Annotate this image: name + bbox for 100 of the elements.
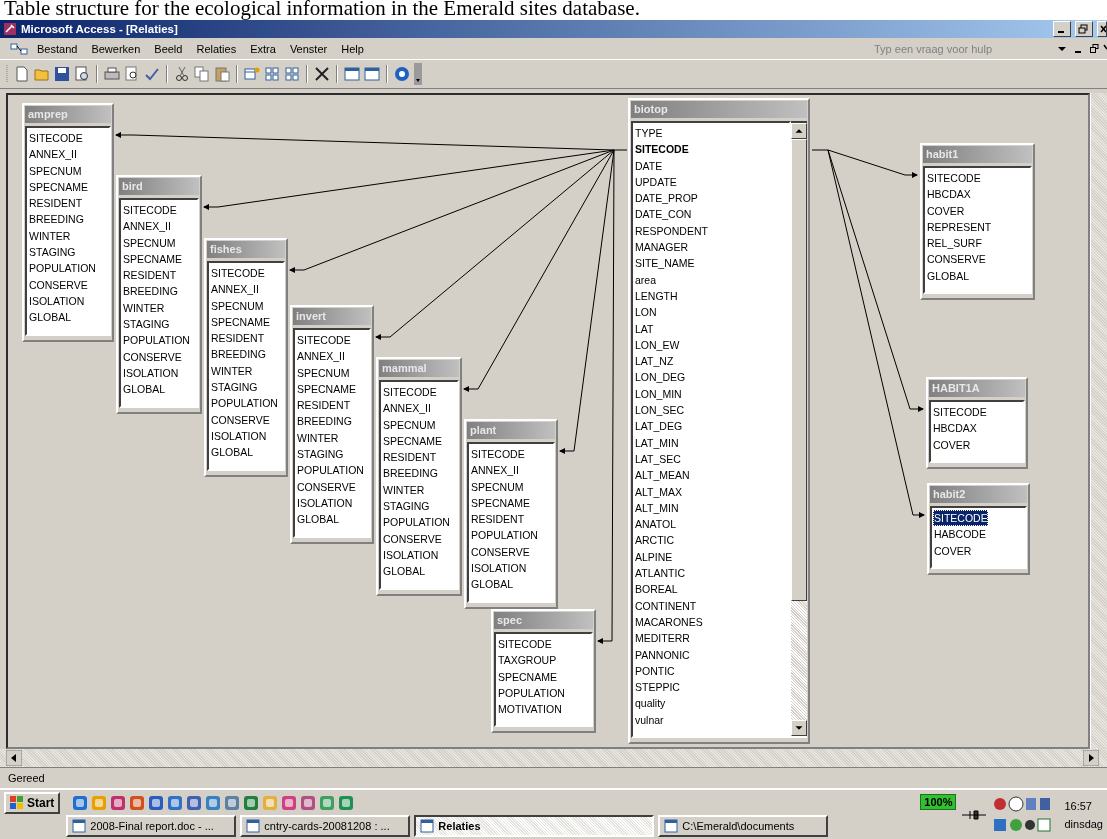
app-icon[interactable] xyxy=(186,794,203,811)
field-name[interactable]: ANNEX_II xyxy=(122,218,171,235)
field-name[interactable]: BREEDING xyxy=(210,346,266,363)
field-name[interactable]: DATE_PROP xyxy=(634,190,698,207)
menu-item[interactable]: Venster xyxy=(284,42,333,55)
scroll-left-icon[interactable] xyxy=(6,750,22,766)
field-name[interactable]: STAGING xyxy=(28,244,76,261)
field-name[interactable]: MACARONES xyxy=(634,613,703,631)
app-icon[interactable] xyxy=(148,794,165,811)
field-name[interactable]: GLOBAL xyxy=(382,563,426,580)
field-name[interactable]: RESIDENT xyxy=(210,330,265,347)
field-name[interactable]: ISOLATION xyxy=(28,292,85,310)
field-name[interactable]: DATE_CON xyxy=(634,206,692,223)
menu-item[interactable]: Extra xyxy=(245,42,281,55)
field-name[interactable]: LAT_NZ xyxy=(634,353,674,370)
field-name[interactable]: BREEDING xyxy=(28,211,84,228)
taskbar-button[interactable]: 2008-Final report.doc - ... xyxy=(66,814,237,837)
field-name[interactable]: SPECNAME xyxy=(296,380,356,398)
tray-icons-drawing[interactable] xyxy=(992,794,1053,835)
relationship-line[interactable] xyxy=(115,132,628,151)
field-name[interactable]: UPDATE xyxy=(634,173,677,191)
field-name[interactable]: COVER xyxy=(933,542,972,559)
field-name[interactable]: RESIDENT xyxy=(28,195,83,212)
scissors-icon[interactable] xyxy=(174,66,190,82)
field-name[interactable]: ISOLATION xyxy=(210,427,267,445)
relationship-line[interactable] xyxy=(811,149,918,178)
taskbar-button[interactable]: cntry-cards-20081208 : ... xyxy=(240,814,411,837)
clock-time[interactable]: 16:57 xyxy=(1064,799,1103,812)
relationship-line[interactable] xyxy=(289,149,615,273)
field-name[interactable]: ANNEX_II xyxy=(28,146,77,163)
table-window[interactable]: bird SITECODE ANNEX_II SPECNUM SPECNAME RESIDENT BREEDING WINTER STAGING POPULATION CONSERVE ISOLATION GLOBAL xyxy=(116,175,202,414)
field-name[interactable]: RESIDENT xyxy=(382,449,437,466)
field-name[interactable]: ATLANTIC xyxy=(634,565,685,582)
field-name[interactable]: SITECODE xyxy=(634,141,689,158)
field-name[interactable]: SITECODE xyxy=(933,510,988,527)
menu-item[interactable]: Help xyxy=(336,42,369,55)
field-name[interactable]: PANNONIC xyxy=(634,646,690,663)
restore-icon[interactable] xyxy=(1090,44,1099,53)
field-name[interactable]: SPECNUM xyxy=(382,416,436,433)
field-name[interactable]: SITECODE xyxy=(210,265,265,282)
app-icon[interactable] xyxy=(72,794,89,811)
scroll-up-icon[interactable] xyxy=(791,123,807,139)
field-name[interactable]: CONSERVE xyxy=(210,411,270,428)
copy-icon[interactable] xyxy=(194,66,210,82)
field-name[interactable]: LAT_MIN xyxy=(634,434,679,451)
field-name[interactable]: SPECNUM xyxy=(210,297,264,314)
field-name[interactable]: ARCTIC xyxy=(634,532,675,549)
field-name[interactable]: HBCDAX xyxy=(932,420,977,437)
field-name[interactable]: ANNEX_II xyxy=(470,462,519,479)
app-icon[interactable] xyxy=(205,794,222,811)
field-name[interactable]: ISOLATION xyxy=(122,364,179,382)
field-name[interactable]: SITE_NAME xyxy=(634,255,695,272)
grid-icon[interactable] xyxy=(264,66,280,82)
clipboard-icon[interactable] xyxy=(214,66,230,82)
field-name[interactable]: SITECODE xyxy=(382,384,437,401)
field-name[interactable]: COVER xyxy=(926,202,965,219)
field-name[interactable]: SITECODE xyxy=(296,332,351,349)
field-name[interactable]: SPECNUM xyxy=(470,478,524,495)
field-name[interactable]: HBCDAX xyxy=(926,186,971,203)
field-name[interactable]: WINTER xyxy=(210,362,253,380)
field-name[interactable]: SPECNAME xyxy=(122,250,182,268)
field-name[interactable]: SITECODE xyxy=(470,446,525,463)
horizontal-scrollbar[interactable] xyxy=(0,749,1107,767)
field-name[interactable]: CONSERVE xyxy=(122,348,182,365)
page-magnifier-icon[interactable] xyxy=(124,66,140,82)
relationship-line[interactable] xyxy=(827,149,925,518)
field-name[interactable]: LON_SEC xyxy=(634,402,685,419)
field-name[interactable]: CONTINENT xyxy=(634,597,697,614)
field-name[interactable]: TAXGROUP xyxy=(497,652,557,669)
field-name[interactable]: WINTER xyxy=(28,227,71,245)
field-name[interactable]: ANNEX_II xyxy=(382,400,431,417)
field-name[interactable]: GLOBAL xyxy=(296,511,340,528)
field-name[interactable]: LON xyxy=(634,304,657,321)
minimize-icon[interactable] xyxy=(1053,21,1071,37)
field-name[interactable]: ISOLATION xyxy=(382,546,439,564)
restore-icon[interactable] xyxy=(1075,21,1093,37)
table-window[interactable]: amprep SITECODE ANNEX_II SPECNUM SPECNAME RESIDENT BREEDING WINTER STAGING POPULATION CONSERVE ISOLATION GLOBAL xyxy=(22,103,114,342)
field-name[interactable]: SITECODE xyxy=(28,130,83,147)
field-name[interactable]: TYPE xyxy=(634,125,663,142)
menu-item[interactable]: Beeld xyxy=(149,42,188,55)
field-name[interactable]: REL_SURF xyxy=(926,235,982,252)
dropdown-arrow-icon[interactable] xyxy=(1058,44,1066,53)
field-name[interactable]: CONSERVE xyxy=(296,478,356,495)
field-name[interactable]: MOTIVATION xyxy=(497,701,562,718)
field-name[interactable]: SITECODE xyxy=(932,404,987,421)
field-name[interactable]: LENGTH xyxy=(634,287,678,305)
magnifier-icon[interactable] xyxy=(74,66,90,82)
field-name[interactable]: SPECNUM xyxy=(296,364,350,381)
field-name[interactable]: ALT_MEAN xyxy=(634,467,690,484)
help-icon[interactable] xyxy=(394,66,410,82)
field-name[interactable]: POPULATION xyxy=(382,514,450,531)
relationships-icon[interactable] xyxy=(10,41,28,56)
field-name[interactable]: PONTIC xyxy=(634,662,675,680)
field-name[interactable]: POPULATION xyxy=(296,462,364,479)
field-name[interactable]: POPULATION xyxy=(210,395,278,412)
new-document-icon[interactable] xyxy=(14,66,30,82)
field-name[interactable]: LAT xyxy=(634,320,654,337)
field-name[interactable]: vulnar xyxy=(634,711,664,728)
field-name[interactable]: BOREAL xyxy=(634,581,678,598)
taskbar-button[interactable]: Relaties xyxy=(414,814,655,837)
